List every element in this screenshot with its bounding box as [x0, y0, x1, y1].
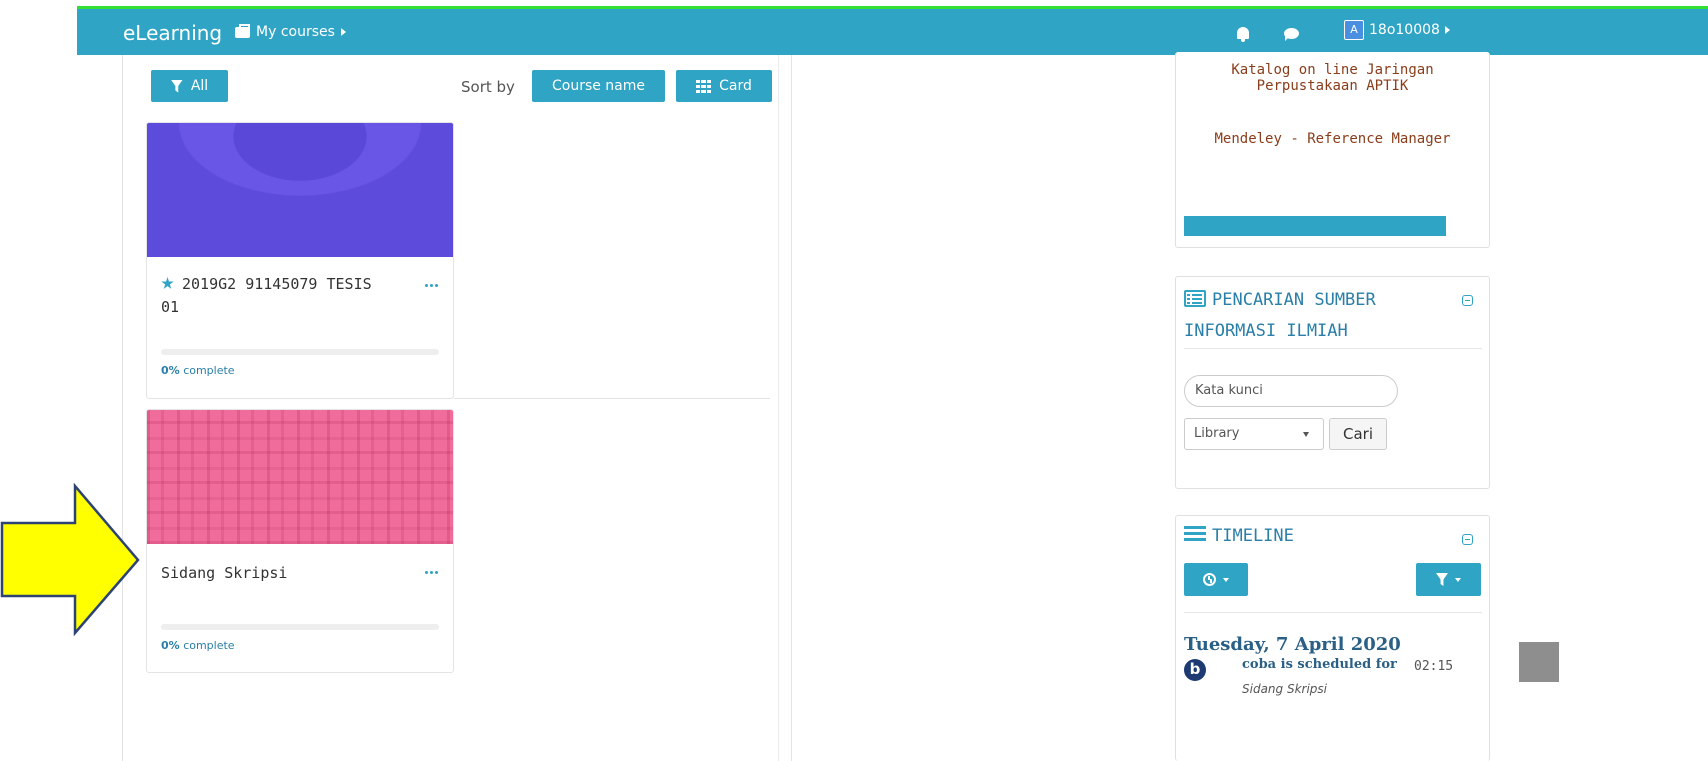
collapse-icon[interactable]: [1462, 295, 1473, 306]
progress-text: 0% complete: [161, 364, 235, 377]
course-title[interactable]: Sidang Skripsi: [161, 562, 287, 585]
link-mendeley[interactable]: Mendeley - Reference Manager: [1176, 131, 1489, 147]
search-button[interactable]: Cari: [1329, 418, 1387, 450]
links-block: Katalog on line Jaringan Perpustakaan APT…: [1175, 52, 1490, 248]
my-courses-menu[interactable]: My courses: [235, 23, 346, 40]
block-title: PENCARIAN SUMBER INFORMASI ILMIAH: [1184, 290, 1376, 341]
filter-icon: [170, 79, 183, 93]
caret-down-icon: [1223, 577, 1229, 582]
course-card[interactable]: Sidang Skripsi 0% complete: [146, 409, 454, 673]
search-block: PENCARIAN SUMBER INFORMASI ILMIAH Kata k…: [1175, 276, 1490, 489]
scroll-to-top-button[interactable]: [1519, 642, 1559, 682]
progress-bar: [161, 349, 439, 355]
caret-right-icon: [340, 28, 346, 36]
course-overview-panel: All Sort by Course name Card 2019G2 9114…: [123, 55, 779, 761]
user-id: 18o10008: [1369, 22, 1440, 38]
caret-right-icon: [1444, 26, 1450, 34]
user-menu[interactable]: A 18o10008: [1344, 20, 1450, 40]
event-course: Sidang Skripsi: [1242, 682, 1327, 696]
top-navbar: eLearning My courses A 18o10008: [77, 6, 1708, 55]
sort-value: Course name: [551, 78, 646, 94]
course-title[interactable]: 2019G2 91145079 TESIS 01: [161, 273, 372, 319]
grid-icon: [696, 79, 712, 93]
progress-bar: [161, 624, 439, 630]
course-image[interactable]: [147, 123, 453, 257]
course-image[interactable]: [147, 410, 453, 544]
event-name[interactable]: coba is scheduled for: [1242, 657, 1397, 672]
divider: [1184, 348, 1482, 349]
event-time: 02:15: [1414, 659, 1454, 674]
more-options-icon[interactable]: [425, 284, 439, 288]
star-icon: [161, 277, 174, 289]
collapse-icon[interactable]: [1462, 534, 1473, 545]
view-label: Card: [719, 78, 752, 94]
divider: [1184, 612, 1482, 613]
filter-all-button[interactable]: All: [151, 70, 228, 102]
avatar: A: [1344, 20, 1364, 40]
link-katalog[interactable]: Katalog on line Jaringan Perpustakaan APT…: [1176, 62, 1489, 94]
timeline-block: TIMELINE Tuesday, 7 April 2020 b coba is…: [1175, 515, 1490, 761]
filter-icon: [1436, 573, 1448, 586]
course-overview-column: All Sort by Course name Card 2019G2 9114…: [122, 55, 792, 761]
view-card-button[interactable]: Card: [676, 70, 772, 102]
my-courses-label: My courses: [256, 24, 335, 40]
brand-logo[interactable]: eLearning: [123, 21, 222, 45]
search-input[interactable]: Kata kunci: [1184, 375, 1398, 407]
block-title: TIMELINE: [1184, 521, 1294, 552]
list-icon: [1184, 290, 1206, 307]
caret-down-icon: [1455, 577, 1461, 582]
timeline-filter-button[interactable]: [1416, 563, 1481, 596]
divider: [454, 398, 770, 399]
sort-course-name-button[interactable]: Course name: [532, 70, 665, 102]
course-card[interactable]: 2019G2 91145079 TESIS 01 0% complete: [146, 122, 454, 399]
annotation-arrow-icon: [0, 483, 140, 637]
timeline-date: Tuesday, 7 April 2020: [1184, 634, 1401, 655]
block-footer-bar: [1184, 216, 1446, 236]
sort-by-label: Sort by: [461, 78, 515, 96]
messages-icon[interactable]: [1284, 28, 1299, 41]
hamburger-icon: [1184, 526, 1206, 542]
notification-bell-icon[interactable]: [1237, 27, 1249, 42]
timeline-sort-button[interactable]: [1184, 563, 1248, 596]
source-select[interactable]: Library: [1184, 418, 1324, 450]
filter-label: All: [190, 78, 209, 94]
bigbluebutton-icon: b: [1184, 659, 1206, 681]
clock-icon: [1203, 573, 1216, 586]
more-options-icon[interactable]: [425, 571, 439, 575]
progress-text: 0% complete: [161, 639, 235, 652]
briefcase-icon: [235, 23, 250, 38]
